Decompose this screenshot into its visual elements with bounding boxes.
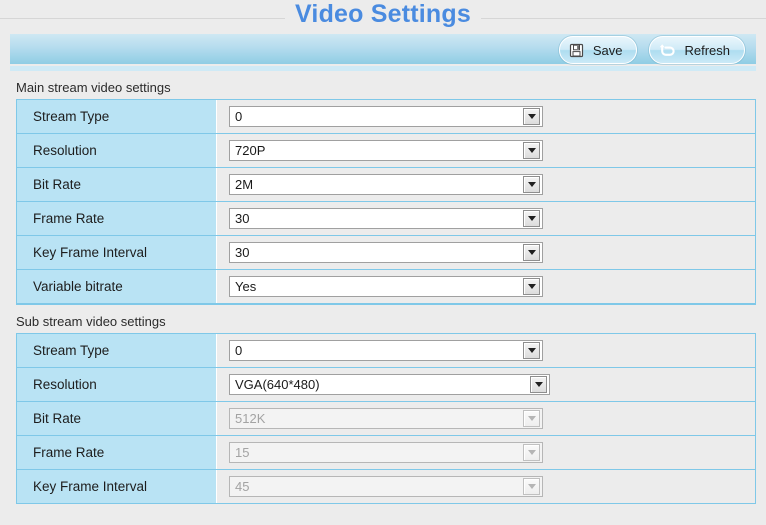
toolbar-underline bbox=[10, 66, 756, 71]
chevron-down-icon[interactable] bbox=[523, 342, 540, 359]
save-button[interactable]: Save bbox=[558, 36, 638, 64]
table-row: Resolution 720P bbox=[17, 134, 755, 168]
key-frame-interval-select-sub: 45 bbox=[229, 476, 543, 497]
row-value-bit-rate: 2M bbox=[217, 168, 755, 201]
row-label-stream-type-sub: Stream Type bbox=[17, 334, 217, 367]
row-label-key-frame-interval-sub: Key Frame Interval bbox=[17, 470, 217, 503]
table-row: Frame Rate 30 bbox=[17, 202, 755, 236]
row-value-key-frame-interval-sub: 45 bbox=[217, 470, 755, 503]
chevron-down-icon[interactable] bbox=[523, 108, 540, 125]
chevron-down-icon bbox=[523, 478, 540, 495]
page-header: Video Settings bbox=[0, 0, 766, 34]
row-value-key-frame-interval: 30 bbox=[217, 236, 755, 269]
variable-bitrate-select-main-value: Yes bbox=[235, 279, 257, 294]
row-value-stream-type-sub: 0 bbox=[217, 334, 755, 367]
key-frame-interval-select-sub-value: 45 bbox=[235, 479, 250, 494]
variable-bitrate-select-main[interactable]: Yes bbox=[229, 276, 543, 297]
refresh-button[interactable]: Refresh bbox=[649, 36, 745, 64]
page-title: Video Settings bbox=[0, 0, 766, 29]
row-label-bit-rate-sub: Bit Rate bbox=[17, 402, 217, 435]
row-label-stream-type: Stream Type bbox=[17, 100, 217, 133]
bit-rate-select-main-value: 2M bbox=[235, 177, 254, 192]
table-row: Bit Rate 2M bbox=[17, 168, 755, 202]
row-label-bit-rate: Bit Rate bbox=[17, 168, 217, 201]
stream-type-select-sub[interactable]: 0 bbox=[229, 340, 543, 361]
table-row: Key Frame Interval 45 bbox=[17, 470, 755, 504]
frame-rate-select-sub-value: 15 bbox=[235, 445, 250, 460]
stream-type-select-main-value: 0 bbox=[235, 109, 243, 124]
resolution-select-main-value: 720P bbox=[235, 143, 266, 158]
main-stream-caption: Main stream video settings bbox=[16, 80, 171, 95]
chevron-down-icon[interactable] bbox=[523, 278, 540, 295]
chevron-down-icon[interactable] bbox=[523, 210, 540, 227]
row-label-key-frame-interval: Key Frame Interval bbox=[17, 236, 217, 269]
main-stream-settings-table: Stream Type 0 Resolution 720P Bit Rate 2… bbox=[16, 99, 756, 305]
row-label-resolution: Resolution bbox=[17, 134, 217, 167]
chevron-down-icon[interactable] bbox=[523, 176, 540, 193]
table-row: Key Frame Interval 30 bbox=[17, 236, 755, 270]
frame-rate-select-sub: 15 bbox=[229, 442, 543, 463]
frame-rate-select-main[interactable]: 30 bbox=[229, 208, 543, 229]
resolution-select-main[interactable]: 720P bbox=[229, 140, 543, 161]
sub-stream-caption: Sub stream video settings bbox=[16, 314, 166, 329]
frame-rate-select-main-value: 30 bbox=[235, 211, 250, 226]
row-value-stream-type: 0 bbox=[217, 100, 755, 133]
row-value-frame-rate: 30 bbox=[217, 202, 755, 235]
sub-stream-settings-table: Stream Type 0 Resolution VGA(640*480) Bi… bbox=[16, 333, 756, 504]
row-label-frame-rate: Frame Rate bbox=[17, 202, 217, 235]
table-row: Bit Rate 512K bbox=[17, 402, 755, 436]
resolution-select-sub-value: VGA(640*480) bbox=[235, 377, 320, 392]
key-frame-interval-select-main-value: 30 bbox=[235, 245, 250, 260]
chevron-down-icon[interactable] bbox=[523, 244, 540, 261]
page-title-text: Video Settings bbox=[285, 0, 481, 28]
table-row: Variable bitrate Yes bbox=[17, 270, 755, 304]
chevron-down-icon[interactable] bbox=[523, 142, 540, 159]
row-value-bit-rate-sub: 512K bbox=[217, 402, 755, 435]
chevron-down-icon[interactable] bbox=[530, 376, 547, 393]
table-row: Stream Type 0 bbox=[17, 100, 755, 134]
stream-type-select-main[interactable]: 0 bbox=[229, 106, 543, 127]
stream-type-select-sub-value: 0 bbox=[235, 343, 243, 358]
key-frame-interval-select-main[interactable]: 30 bbox=[229, 242, 543, 263]
table-row: Stream Type 0 bbox=[17, 334, 755, 368]
row-value-resolution: 720P bbox=[217, 134, 755, 167]
bit-rate-select-sub: 512K bbox=[229, 408, 543, 429]
refresh-button-label: Refresh bbox=[684, 42, 730, 58]
chevron-down-icon bbox=[523, 410, 540, 427]
undo-arrow-icon bbox=[659, 43, 676, 58]
row-label-frame-rate-sub: Frame Rate bbox=[17, 436, 217, 469]
bit-rate-select-main[interactable]: 2M bbox=[229, 174, 543, 195]
save-button-label: Save bbox=[592, 42, 623, 58]
table-row: Resolution VGA(640*480) bbox=[17, 368, 755, 402]
toolbar-button-group: Save Refresh bbox=[558, 36, 745, 64]
chevron-down-icon bbox=[523, 444, 540, 461]
action-toolbar: Save Refresh bbox=[10, 34, 756, 64]
row-label-resolution-sub: Resolution bbox=[17, 368, 217, 401]
floppy-disk-icon bbox=[569, 43, 584, 58]
row-value-resolution-sub: VGA(640*480) bbox=[217, 368, 755, 401]
row-label-variable-bitrate: Variable bitrate bbox=[17, 270, 217, 303]
row-value-variable-bitrate: Yes bbox=[217, 270, 755, 303]
table-row: Frame Rate 15 bbox=[17, 436, 755, 470]
bit-rate-select-sub-value: 512K bbox=[235, 411, 266, 426]
row-value-frame-rate-sub: 15 bbox=[217, 436, 755, 469]
resolution-select-sub[interactable]: VGA(640*480) bbox=[229, 374, 550, 395]
